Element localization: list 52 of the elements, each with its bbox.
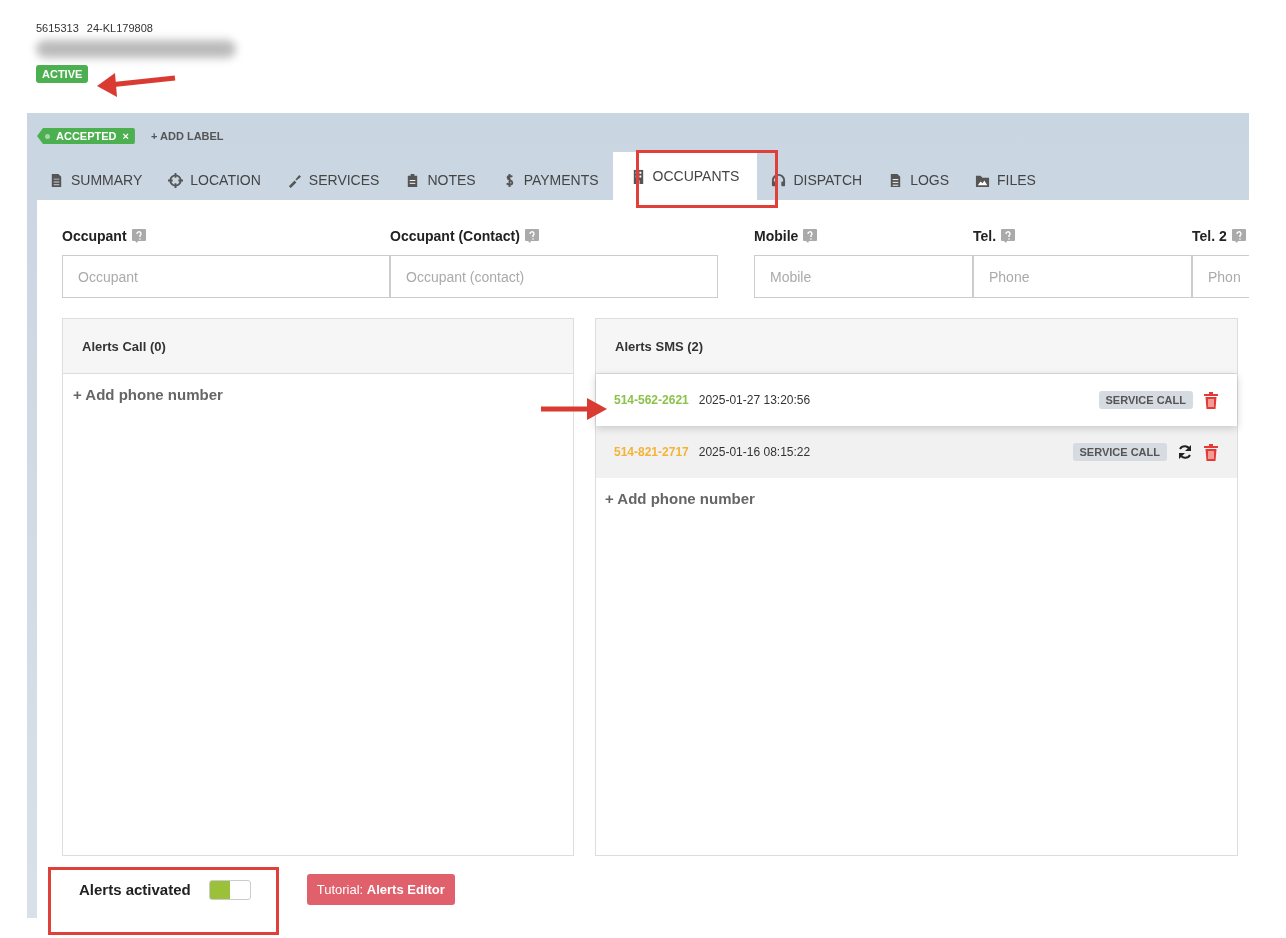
annotation-arrow — [541, 396, 609, 422]
tab-icon — [49, 172, 64, 188]
tab[interactable]: FILES — [963, 160, 1048, 200]
field-label: Tel. 2 — [1192, 228, 1227, 244]
tab[interactable]: OCCUPANTS — [612, 152, 758, 200]
add-label-button[interactable]: + ADD LABEL — [150, 130, 224, 142]
help-icon[interactable] — [1001, 229, 1016, 243]
panel-title: Alerts Call (0) — [82, 338, 166, 354]
tab[interactable]: SUMMARY — [37, 160, 155, 200]
alerts-toggle[interactable] — [208, 879, 251, 900]
tab-icon — [771, 172, 787, 188]
field-label: Occupant — [62, 228, 127, 244]
help-icon[interactable] — [803, 229, 818, 243]
tab[interactable]: LOCATION — [156, 160, 273, 200]
field-label: Occupant (Contact) — [390, 228, 520, 244]
input-field[interactable]: Phon — [1192, 255, 1249, 298]
input-field[interactable]: Phone — [973, 255, 1192, 298]
add-phone-button[interactable]: + Add phone number — [63, 374, 573, 415]
tab[interactable]: DISPATCH — [759, 160, 875, 200]
input-field[interactable]: Occupant — [62, 255, 390, 298]
sms-alert-row[interactable]: 514-821-2717 2025-01-16 08:15:22 SERVICE CALL — [596, 426, 1237, 478]
tab-icon — [168, 172, 184, 188]
help-icon[interactable] — [1231, 229, 1246, 243]
help-icon[interactable] — [524, 229, 539, 243]
alert-type-tag: SERVICE CALL — [1098, 391, 1193, 409]
phone-number: 514-821-2717 — [614, 445, 689, 459]
alert-datetime: 2025-01-16 08:15:22 — [698, 445, 811, 459]
tab[interactable]: NOTES — [393, 160, 488, 200]
alert-type-tag: SERVICE CALL — [1072, 443, 1167, 461]
tab[interactable]: LOGS — [876, 160, 962, 200]
input-field[interactable]: Mobile — [754, 255, 973, 298]
panel-title: Alerts SMS (2) — [615, 338, 704, 354]
record-id: 5615313 — [36, 22, 79, 34]
sms-alert-row[interactable]: 514-562-2621 2025-01-27 13:20:56 SERVICE CALL — [596, 374, 1237, 426]
input-field[interactable]: Occupant (contact) — [390, 255, 718, 298]
reference-number: 24-KL179808 — [86, 22, 153, 34]
status-badge: ACTIVE — [36, 65, 89, 83]
tab[interactable]: PAYMENTS — [489, 160, 611, 200]
alert-datetime: 2025-01-27 13:20:56 — [698, 393, 811, 407]
trash-icon[interactable] — [1203, 391, 1219, 409]
trash-icon[interactable] — [1203, 443, 1219, 461]
tutorial-button[interactable]: Tutorial: Alerts Editor — [306, 874, 455, 905]
field-label: Mobile — [754, 228, 799, 244]
tab[interactable]: SERVICES — [274, 160, 392, 200]
add-phone-button[interactable]: + Add phone number — [596, 478, 1237, 519]
help-icon[interactable] — [131, 229, 146, 243]
phone-number: 514-562-2621 — [614, 393, 689, 407]
refresh-icon[interactable] — [1177, 443, 1193, 461]
label-tag: ACCEPTED × — [37, 128, 135, 144]
tab-icon — [286, 172, 302, 188]
toggle-label: Alerts activated — [79, 881, 191, 898]
field-label: Tel. — [973, 228, 997, 244]
